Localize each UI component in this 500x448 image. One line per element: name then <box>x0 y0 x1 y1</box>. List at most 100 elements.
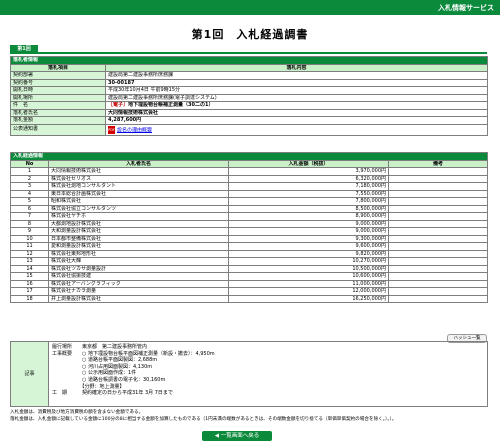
bid-row: 10 日本都市整備株式会社 9,300,000円 <box>10 234 489 243</box>
bid-amount: 9,820,000円 <box>228 249 389 258</box>
bid-no: 15 <box>10 272 49 281</box>
tab-underline <box>10 46 487 54</box>
award-row: 落札金額 4,287,600円 <box>10 116 489 125</box>
award-row: 開札日時 平成30年10月4日 午前9時15分 <box>10 86 489 95</box>
footnote-2: 落札金額は、入札金額に記載している金額に100分の8に相当する金額を加算したもの… <box>10 417 397 422</box>
award-label: 契約番号 <box>10 78 106 87</box>
bid-no: 8 <box>10 219 49 228</box>
bid-amount: 9,300,000円 <box>228 234 389 243</box>
bid-no: 1 <box>10 167 49 176</box>
bidder-name: 株式会社ツカサ測量設計 <box>48 264 229 273</box>
bid-amount: 9,000,000円 <box>228 219 389 228</box>
bid-row: 13 株式会社大輝 10,270,000円 <box>10 257 489 266</box>
remarks-text: 履行場所 東京都 第二建設事務所管内 工事概要 ○ 地下埋設物台帳平面図補正測量… <box>48 341 488 407</box>
award-value: 30-00187 <box>104 78 489 87</box>
bid-no: 5 <box>10 197 49 206</box>
col-bid-amount: 入札金額（税抜） <box>228 159 389 168</box>
bidder-name: 株式会社ヤチホ <box>48 212 229 221</box>
bid-row: 14 株式会社ツカサ測量設計 10,500,000円 <box>10 264 489 273</box>
bid-amount: 12,000,000円 <box>228 287 389 296</box>
bid-note <box>387 212 489 221</box>
bid-no: 12 <box>10 249 49 258</box>
award-row: 落札者氏名 大同情報技術株式会社 <box>10 108 489 117</box>
award-value: 大同情報技術株式会社 <box>104 108 489 117</box>
award-info-table: 落札者情報 落札項目 落札内容 契約部署 建設局第二建設事務所庶務課 契約番号 … <box>9 56 489 136</box>
bidder-name: 株式会社セリオス <box>48 174 229 183</box>
tab-round-1[interactable]: 第1回 <box>10 45 38 53</box>
page-title: 第1回 入札経過調書 <box>191 28 309 41</box>
remarks-label: 記事 <box>10 341 49 407</box>
bidder-name: 株式会社アーバングラフィック <box>48 279 229 288</box>
award-label: 開札場所 <box>10 93 106 102</box>
award-value: 建設局第二建設事務所庶務課 <box>104 71 489 80</box>
award-label: 件 名 <box>10 101 106 110</box>
bidder-name: 株式会社ナカラ測量 <box>48 287 229 296</box>
bid-no: 3 <box>10 182 49 191</box>
bid-no: 9 <box>10 227 49 236</box>
bid-row: 7 株式会社ヤチホ 8,900,000円 <box>10 212 489 221</box>
bid-row: 2 株式会社セリオス 6,320,000円 <box>10 174 489 183</box>
bid-row: 8 大都測地設計株式会社 9,000,000円 <box>10 219 489 228</box>
bid-amount: 10,600,000円 <box>228 272 389 281</box>
bid-history-table: 入札経過情報 No 入札者氏名 入札金額（税抜） 備考 1 大同情報技術株式会社 3… <box>9 152 489 303</box>
col-award-content: 落札内容 <box>104 63 489 72</box>
bid-no: 17 <box>10 287 49 296</box>
bid-amount: 8,900,000円 <box>228 212 389 221</box>
award-row: 件 名 ［電子］地下埋設物台帳補正測量（30二の1） <box>10 101 489 110</box>
bidder-name: 東日本総合計画株式会社 <box>48 189 229 198</box>
bid-amount: 3,970,000円 <box>228 167 389 176</box>
award-value: 4,287,600円 <box>104 116 489 125</box>
bid-amount: 10,270,000円 <box>228 257 389 266</box>
bid-amount: 7,550,000円 <box>228 189 389 198</box>
bid-note <box>387 272 489 281</box>
bid-note <box>387 227 489 236</box>
bid-no: 16 <box>10 279 49 288</box>
pdf-icon[interactable]: PDF <box>108 125 115 134</box>
remarks-table: 記事 履行場所 東京都 第二建設事務所管内 工事概要 ○ 地下埋設物台帳平面図補… <box>10 341 488 407</box>
award-row: 契約番号 30-00187 <box>10 78 489 87</box>
bidder-name: 大同情報技術株式会社 <box>48 167 229 176</box>
bid-amount: 8,500,000円 <box>228 204 389 213</box>
bid-row: 3 株式会社測地コンサルタント 7,180,000円 <box>10 182 489 191</box>
notice-pdf-link[interactable]: 設名の理由概要 <box>117 127 152 133</box>
bidder-name: 愛和測量設計株式会社 <box>48 242 229 251</box>
award-value: 平成30年10月4日 午前9時15分 <box>104 86 489 95</box>
bid-row: 1 大同情報技術株式会社 3,970,000円 <box>10 167 489 176</box>
bid-row: 11 愛和測量設計株式会社 9,600,000円 <box>10 242 489 251</box>
bidder-name: 大和測量設計株式会社 <box>48 227 229 236</box>
bidder-name: 昭和株式会社 <box>48 197 229 206</box>
bidder-name: 井上測量設計株式会社 <box>48 294 229 303</box>
award-info-heading: 落札者情報 <box>9 56 489 65</box>
bid-no: 2 <box>10 174 49 183</box>
back-to-list-button[interactable]: ◀ 一覧画面へ戻る <box>202 431 272 441</box>
col-award-item: 落札項目 <box>10 63 106 72</box>
bid-note <box>387 197 489 206</box>
bid-note <box>387 279 489 288</box>
bid-row: 17 株式会社ナカラ測量 12,000,000円 <box>10 287 489 296</box>
bid-row: 9 大和測量設計株式会社 9,000,000円 <box>10 227 489 236</box>
bid-note <box>387 294 489 303</box>
bid-note <box>387 204 489 213</box>
bid-row: 18 井上測量設計株式会社 16,250,000円 <box>10 294 489 303</box>
bidder-name: 大都測地設計株式会社 <box>48 219 229 228</box>
bidder-name: 株式会社協立コンサルタンツ <box>48 204 229 213</box>
bid-amount: 9,600,000円 <box>228 242 389 251</box>
bid-row: 4 東日本総合計画株式会社 7,550,000円 <box>10 189 489 198</box>
bid-history-heading: 入札経過情報 <box>9 152 489 161</box>
bid-no: 7 <box>10 212 49 221</box>
award-row: 公表通知書 PDF 設名の理由概要 <box>10 123 489 136</box>
bid-note <box>387 182 489 191</box>
award-row: 開札場所 建設局第二建設事務所庶務課(電子調達システム) <box>10 93 489 102</box>
award-label: 開札日時 <box>10 86 106 95</box>
bidder-name: 株式会社東邦地形社 <box>48 249 229 258</box>
bid-note <box>387 167 489 176</box>
bid-note <box>387 242 489 251</box>
bid-note <box>387 287 489 296</box>
award-value: 地下埋設物台帳補正測量（30二の1） <box>128 102 214 108</box>
col-no: No <box>10 159 49 168</box>
col-bidder-name: 入札者氏名 <box>48 159 229 168</box>
bidder-name: 株式会社協振技建 <box>48 272 229 281</box>
bid-note <box>387 257 489 266</box>
bid-row: 5 昭和株式会社 7,800,000円 <box>10 197 489 206</box>
top-bar: 入札情報サービス <box>0 0 500 15</box>
